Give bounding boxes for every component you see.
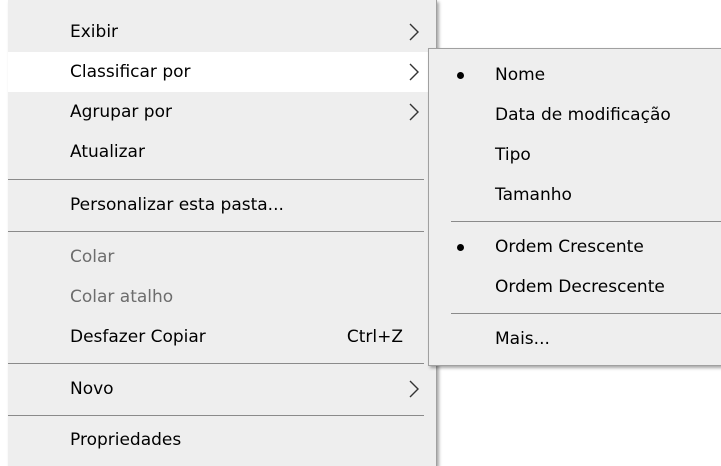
submenu-item-tamanho[interactable]: Tamanho	[429, 175, 721, 215]
submenu-item-label: Nome	[495, 65, 546, 85]
menu-item-label: Colar atalho	[70, 287, 174, 307]
menu-item-novo[interactable]: Novo	[8, 369, 436, 409]
menu-item-agrupar-por[interactable]: Agrupar por	[8, 92, 436, 132]
submenu-item-label: Ordem Crescente	[495, 237, 644, 257]
submenu-item-tipo[interactable]: Tipo	[429, 135, 721, 175]
menu-separator	[8, 231, 424, 232]
submenu-item-ordem-decrescente[interactable]: Ordem Decrescente	[429, 267, 721, 307]
radio-bullet-icon	[457, 72, 464, 79]
menu-item-label: Personalizar esta pasta...	[70, 195, 284, 215]
chevron-right-icon	[409, 63, 419, 81]
submenu-item-ordem-crescente[interactable]: Ordem Crescente	[429, 227, 721, 267]
menu-item-colar-atalho[interactable]: Colar atalho	[8, 277, 436, 317]
shortcut-label: Ctrl+Z	[346, 327, 403, 347]
menu-item-classificar-por[interactable]: Classificar por	[8, 52, 436, 92]
menu-item-label: Classificar por	[70, 62, 191, 82]
menu-item-exibir[interactable]: Exibir	[8, 12, 436, 52]
menu-separator	[8, 179, 424, 180]
submenu-item-label: Tamanho	[495, 185, 572, 205]
submenu-separator	[451, 221, 721, 222]
submenu-separator	[451, 313, 721, 314]
chevron-right-icon	[409, 23, 419, 41]
submenu-item-label: Tipo	[495, 145, 531, 165]
context-menu: Exibir Classificar por Agrupar por Atual…	[8, 0, 437, 466]
menu-item-desfazer-copiar[interactable]: Desfazer Copiar Ctrl+Z	[8, 317, 436, 357]
menu-item-label: Propriedades	[70, 430, 182, 450]
menu-item-colar[interactable]: Colar	[8, 237, 436, 277]
menu-item-label: Agrupar por	[70, 102, 172, 122]
submenu-item-label: Data de modificação	[495, 105, 671, 125]
chevron-right-icon	[409, 380, 419, 398]
chevron-right-icon	[409, 103, 419, 121]
submenu-item-nome[interactable]: Nome	[429, 55, 721, 95]
menu-item-label: Atualizar	[70, 142, 145, 162]
menu-item-label: Desfazer Copiar	[70, 327, 206, 347]
submenu-item-mais[interactable]: Mais...	[429, 319, 721, 359]
submenu-item-label: Ordem Decrescente	[495, 277, 665, 297]
menu-item-label: Exibir	[70, 22, 119, 42]
menu-item-label: Colar	[70, 247, 115, 267]
submenu-item-data-de-modificacao[interactable]: Data de modificação	[429, 95, 721, 135]
menu-item-propriedades[interactable]: Propriedades	[8, 420, 436, 460]
menu-item-personalizar-esta-pasta[interactable]: Personalizar esta pasta...	[8, 185, 436, 225]
menu-separator	[8, 363, 424, 364]
menu-item-atualizar[interactable]: Atualizar	[8, 132, 436, 172]
menu-item-label: Novo	[70, 379, 114, 399]
radio-bullet-icon	[457, 244, 464, 251]
screen: Exibir Classificar por Agrupar por Atual…	[0, 0, 721, 466]
submenu-item-label: Mais...	[495, 329, 550, 349]
sort-submenu: Nome Data de modificação Tipo Tamanho Or…	[428, 48, 721, 366]
menu-separator	[8, 415, 424, 416]
